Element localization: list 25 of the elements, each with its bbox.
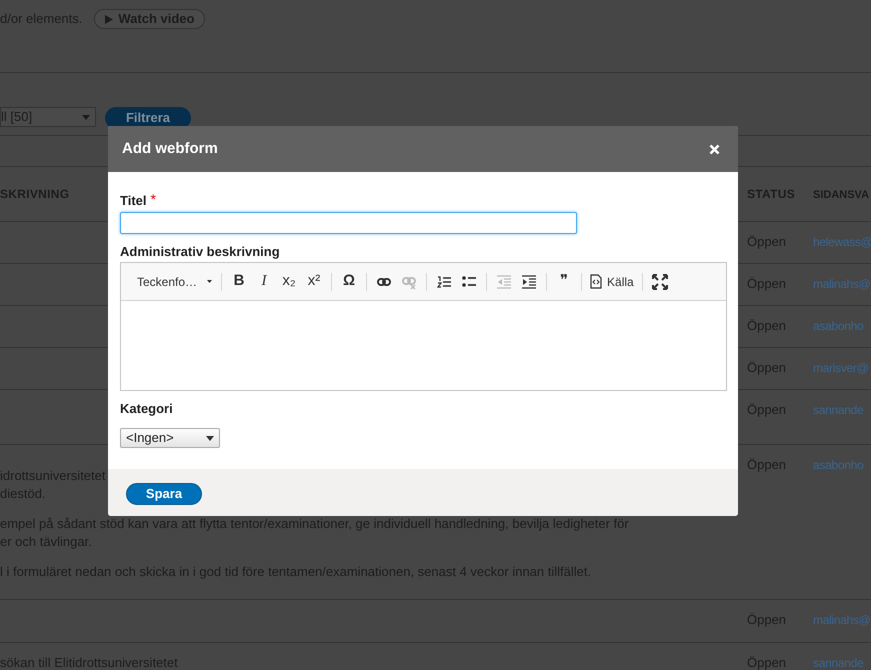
subscript-button[interactable]: x₂: [278, 270, 300, 292]
caret-icon: [82, 114, 90, 120]
italic-button[interactable]: I: [253, 270, 276, 292]
special-character-button[interactable]: Ω: [338, 270, 360, 292]
font-dropdown[interactable]: Teckenfo…: [137, 272, 216, 290]
save-button[interactable]: Spara: [126, 483, 202, 505]
superscript-button[interactable]: x²: [303, 270, 326, 292]
maximize-icon[interactable]: [650, 272, 669, 290]
field-label: Titel: [120, 193, 146, 209]
close-icon[interactable]: [709, 144, 720, 154]
caret-icon: [206, 436, 214, 440]
blockquote-button[interactable]: ❞: [553, 270, 576, 292]
play-icon: [105, 14, 114, 24]
category-select[interactable]: <Ingen>: [120, 428, 220, 448]
caret-icon: [207, 280, 212, 283]
bold-button[interactable]: B: [228, 270, 250, 292]
dialog-title: Add webform: [122, 138, 218, 159]
indent-icon[interactable]: [520, 272, 538, 290]
document-icon: [590, 274, 602, 289]
field-label: Administrativ beskrivning: [120, 244, 281, 260]
source-button[interactable]: Källa: [588, 272, 636, 290]
field-label: Kategori: [120, 401, 174, 417]
rich-text-editor[interactable]: Teckenfo… B I x₂ x² Ω ❞ Källa: [120, 262, 727, 391]
required-mark: *: [150, 193, 156, 205]
title-input[interactable]: [120, 212, 577, 234]
